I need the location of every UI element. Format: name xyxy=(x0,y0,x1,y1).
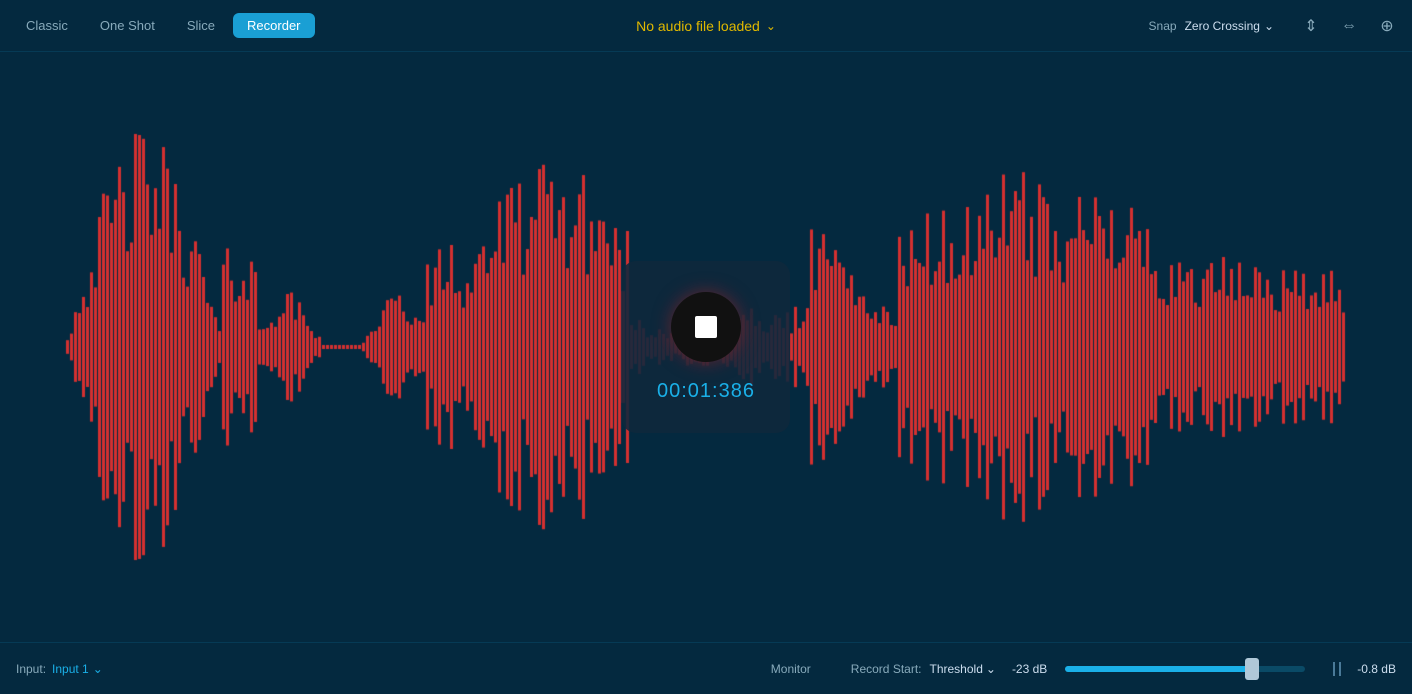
input-chevron-icon: ⌄ xyxy=(93,662,103,676)
snap-chevron-icon: ⌄ xyxy=(1264,19,1274,33)
tab-slice[interactable]: Slice xyxy=(173,13,229,38)
top-bar: Classic One Shot Slice Recorder No audio… xyxy=(0,0,1412,52)
tab-recorder[interactable]: Recorder xyxy=(233,13,314,38)
more-icon[interactable]: ⊕ xyxy=(1374,13,1400,39)
tick-2 xyxy=(1339,662,1341,676)
input-section: Input: Input 1 ⌄ xyxy=(16,662,103,676)
threshold-value[interactable]: Threshold ⌄ xyxy=(930,662,996,676)
tab-oneshot[interactable]: One Shot xyxy=(86,13,169,38)
tick-marks xyxy=(1333,662,1341,676)
input-value[interactable]: Input 1 ⌄ xyxy=(52,662,103,676)
file-status[interactable]: No audio file loaded ⌄ xyxy=(636,18,776,34)
timer-display: 00:01:386 xyxy=(657,380,755,403)
bottom-bar: Input: Input 1 ⌄ Monitor Record Start: T… xyxy=(0,642,1412,694)
input-label: Input: xyxy=(16,662,46,676)
slider-thumb[interactable] xyxy=(1245,658,1259,680)
tick-1 xyxy=(1333,662,1335,676)
chevron-down-icon: ⌄ xyxy=(766,19,776,33)
waveform-area: 00:01:386 xyxy=(0,52,1412,642)
db-left: -23 dB xyxy=(1012,662,1047,676)
monitor-label: Monitor xyxy=(771,662,811,676)
record-start-label: Record Start: xyxy=(851,662,922,676)
fit-height-icon[interactable]: ⇕ xyxy=(1298,13,1324,39)
tab-group: Classic One Shot Slice Recorder xyxy=(12,13,315,38)
threshold-chevron-icon: ⌄ xyxy=(986,662,996,676)
tab-classic[interactable]: Classic xyxy=(12,13,82,38)
stop-icon xyxy=(695,316,717,338)
snap-area: Snap Zero Crossing ⌄ ⇕ ⇔ ⊕ xyxy=(1149,13,1400,39)
record-start-section: Record Start: Threshold ⌄ -23 dB -0.8 dB xyxy=(851,662,1396,676)
stop-overlay: 00:01:386 xyxy=(622,261,790,433)
top-icons: ⇕ ⇔ ⊕ xyxy=(1298,13,1400,39)
snap-label: Snap xyxy=(1149,19,1177,33)
threshold-slider[interactable] xyxy=(1065,666,1305,672)
snap-value[interactable]: Zero Crossing ⌄ xyxy=(1185,19,1274,33)
fit-width-icon[interactable]: ⇔ xyxy=(1336,13,1362,39)
slider-fill xyxy=(1065,666,1252,672)
file-status-text: No audio file loaded xyxy=(636,18,760,34)
stop-button[interactable] xyxy=(671,292,741,362)
db-right: -0.8 dB xyxy=(1357,662,1396,676)
